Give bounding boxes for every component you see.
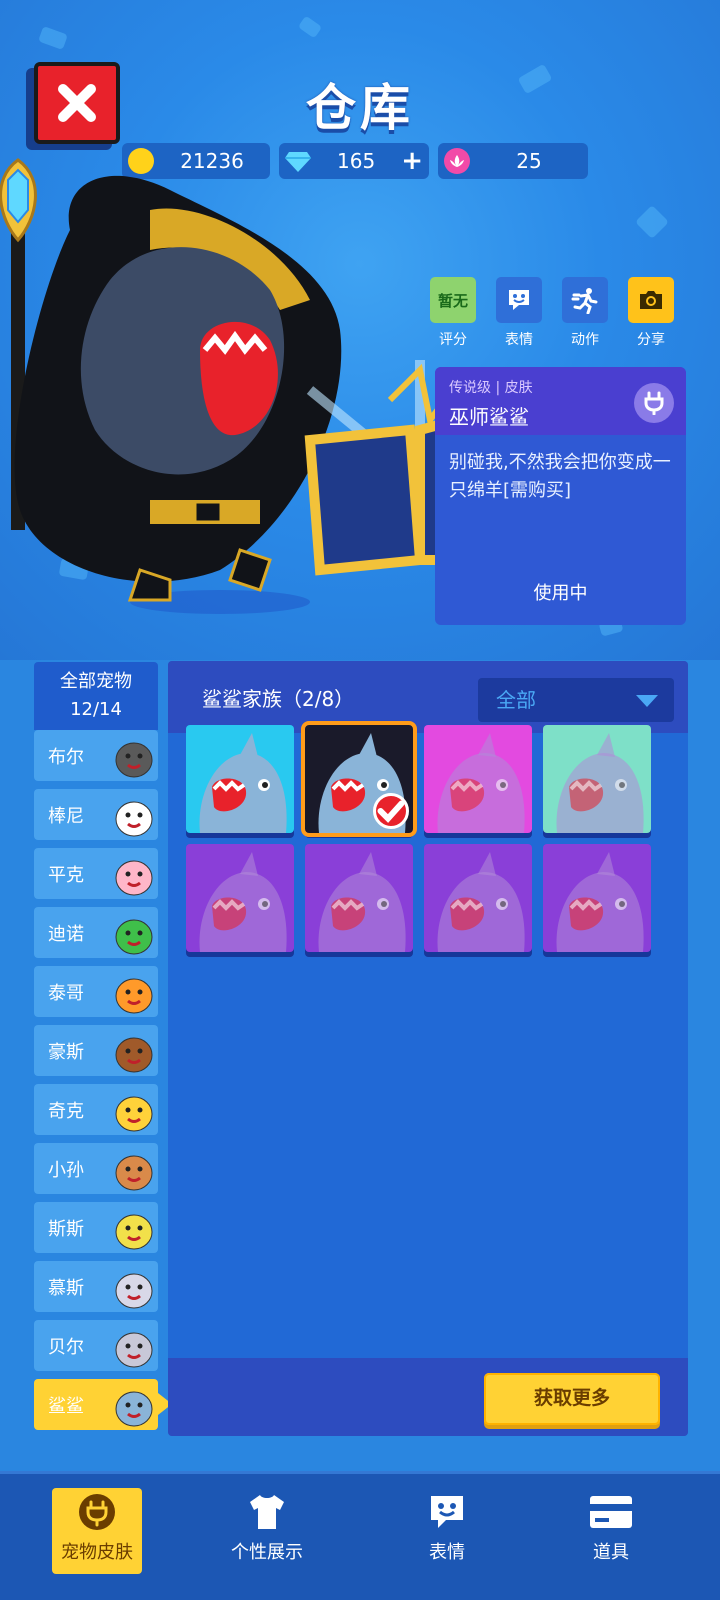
type-label: 皮肤 (504, 380, 533, 396)
motion-button[interactable]: 动作 (562, 277, 608, 349)
shark-sailor-skin[interactable] (186, 844, 294, 952)
get-more-button[interactable]: 获取更多 (484, 1373, 660, 1425)
rating-button[interactable]: 暂无 评分 (430, 277, 476, 349)
camera-icon (628, 277, 674, 323)
seal-icon (115, 1332, 153, 1367)
shark-icon (115, 1391, 153, 1426)
skin-description: 别碰我,不然我会把你变成一只绵羊[需购买] (449, 452, 671, 501)
pet-name: 迪诺 (48, 923, 84, 945)
rarity-label: 传说级 (449, 380, 491, 396)
nav-emotes-label: 表情 (429, 1542, 465, 1563)
chevron-down-icon (636, 695, 658, 707)
pet-name: 斯斯 (48, 1218, 84, 1240)
shark-pirate-skin[interactable] (305, 844, 413, 952)
running-icon (562, 277, 608, 323)
pet-item[interactable]: 小孙 (34, 1143, 158, 1194)
bottom-nav: 宠物皮肤 个性展示 表情 道具 (0, 1471, 720, 1600)
skin-status: 使用中 (533, 583, 588, 604)
nav-showcase-label: 个性展示 (231, 1542, 303, 1563)
shark-pilot-skin[interactable] (424, 844, 532, 952)
mouse-icon (115, 1273, 153, 1308)
plug-icon (52, 1488, 142, 1536)
family-title: 鲨鲨家族（2/8） (202, 687, 355, 711)
pet-item[interactable]: 棒尼 (34, 789, 158, 840)
nav-emotes[interactable]: 表情 (402, 1488, 492, 1574)
rating-badge: 暂无 (430, 277, 476, 323)
rabbit-icon (115, 801, 153, 836)
card-icon (566, 1488, 656, 1536)
pet-name: 小孙 (48, 1159, 84, 1181)
pig-icon (115, 860, 153, 895)
nav-showcase[interactable]: 个性展示 (222, 1488, 312, 1574)
pet-item[interactable]: 布尔 (34, 730, 158, 781)
pet-name: 鲨鲨 (48, 1395, 84, 1417)
pet-item[interactable]: 贝尔 (34, 1320, 158, 1371)
snake-icon (115, 1214, 153, 1249)
pet-item[interactable]: 慕斯 (34, 1261, 158, 1312)
rating-label: 评分 (439, 332, 467, 348)
check-icon (373, 793, 409, 829)
filter-dropdown[interactable]: 全部 (478, 678, 674, 722)
horse-icon (115, 1037, 153, 1072)
nav-pet-skins-label: 宠物皮肤 (61, 1542, 133, 1563)
pet-name: 豪斯 (48, 1041, 84, 1063)
shark-portrait (199, 852, 287, 952)
emoji-icon (496, 277, 542, 323)
nav-items[interactable]: 道具 (566, 1488, 656, 1574)
emote-button[interactable]: 表情 (496, 277, 542, 349)
pet-item[interactable]: 斯斯 (34, 1202, 158, 1253)
pet-item[interactable]: 奇克 (34, 1084, 158, 1135)
shark-portrait (199, 733, 287, 833)
pet-name: 棒尼 (48, 805, 84, 827)
emote-label: 表情 (505, 332, 533, 348)
all-pets-label: 全部宠物 (60, 671, 132, 692)
skin-info-panel: 传说级 | 皮肤 巫师鲨鲨 别碰我,不然我会把你变成一只绵羊[需购买] 使用中 (435, 367, 686, 625)
pet-name: 奇克 (48, 1100, 84, 1122)
dino-icon (115, 919, 153, 954)
skin-grid-panel: 鲨鲨家族（2/8） 全部 (168, 661, 688, 1436)
chick-icon (115, 1096, 153, 1131)
motion-label: 动作 (571, 332, 599, 348)
emoji-icon (402, 1488, 492, 1536)
pet-name: 贝尔 (48, 1336, 84, 1358)
all-pets-count: 12/14 (70, 699, 122, 720)
all-pets-tab[interactable]: 全部宠物 12/14 (34, 662, 158, 730)
shark-portrait (437, 733, 525, 833)
shark-mushroom-skin[interactable] (424, 725, 532, 833)
monkey-icon (115, 1155, 153, 1190)
bull-icon (115, 742, 153, 777)
pet-name: 布尔 (48, 746, 84, 768)
shark-portrait (556, 852, 644, 952)
shark-portrait (437, 852, 525, 952)
share-button[interactable]: 分享 (628, 277, 674, 349)
pet-name: 慕斯 (48, 1277, 84, 1299)
share-label: 分享 (637, 332, 665, 348)
tiger-icon (115, 978, 153, 1013)
pet-name: 平克 (48, 864, 84, 886)
shark-dino-skin[interactable] (543, 725, 651, 833)
shark-portrait (318, 852, 406, 952)
pet-item[interactable]: 鲨鲨 (34, 1379, 172, 1430)
shark-portrait (556, 733, 644, 833)
filter-value: 全部 (496, 688, 536, 712)
page-title: 仓库 (306, 79, 414, 137)
pet-item[interactable]: 泰哥 (34, 966, 158, 1017)
nav-items-label: 道具 (593, 1542, 629, 1563)
tshirt-icon (222, 1488, 312, 1536)
pet-list[interactable]: 布尔棒尼平克迪诺泰哥豪斯奇克小孙斯斯慕斯贝尔鲨鲨 (34, 730, 174, 1436)
shark-wizard-skin[interactable] (301, 721, 417, 837)
plug-icon (634, 383, 674, 423)
pet-name: 泰哥 (48, 982, 84, 1004)
nav-pet-skins[interactable]: 宠物皮肤 (52, 1488, 142, 1574)
pet-item[interactable]: 平克 (34, 848, 158, 899)
pet-item[interactable]: 豪斯 (34, 1025, 158, 1076)
pet-item[interactable]: 迪诺 (34, 907, 158, 958)
shark-astronaut-skin[interactable] (543, 844, 651, 952)
shark-default-skin[interactable] (186, 725, 294, 833)
